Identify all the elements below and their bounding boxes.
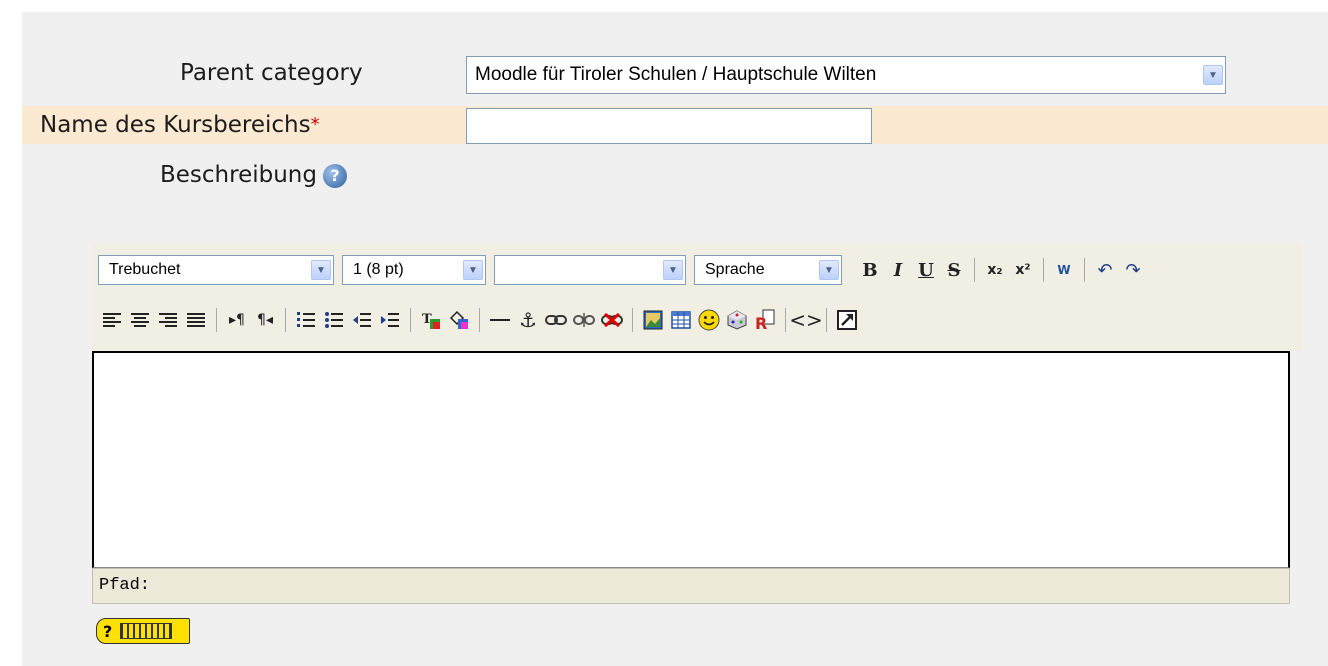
html-source-icon[interactable]: <> <box>789 305 823 335</box>
unlink-icon[interactable] <box>570 305 598 335</box>
keyboard-help-button[interactable]: ? <box>96 618 190 644</box>
required-star-icon: * <box>310 114 320 135</box>
question-mark-icon: ? <box>103 621 113 641</box>
language-select[interactable]: Sprache ▼ <box>694 255 842 285</box>
toolbar-separator <box>974 258 975 282</box>
parent-category-value: Moodle für Tiroler Schulen / Hauptschule… <box>475 64 877 85</box>
toolbar-separator <box>285 308 286 332</box>
text-color-icon[interactable]: T <box>417 305 445 335</box>
toolbar-separator <box>785 308 786 332</box>
keyboard-icon <box>120 623 173 639</box>
align-left-icon[interactable] <box>98 305 126 335</box>
indent-icon[interactable] <box>376 305 404 335</box>
toolbar-separator <box>410 308 411 332</box>
toolbar-separator <box>216 308 217 332</box>
undo-icon[interactable]: ↶ <box>1091 255 1119 285</box>
bold-icon[interactable]: B <box>856 255 884 285</box>
outdent-icon[interactable] <box>348 305 376 335</box>
font-family-value: Trebuchet <box>109 261 181 278</box>
chevron-down-icon[interactable]: ▼ <box>463 260 483 280</box>
fullscreen-icon[interactable] <box>833 305 861 335</box>
insert-table-icon[interactable] <box>667 305 695 335</box>
editor-toolbar: Trebuchet ▼ 1 (8 pt) ▼ ▼ Sprache ▼ B I U… <box>92 243 1302 351</box>
chevron-down-icon[interactable]: ▼ <box>819 260 839 280</box>
chevron-down-icon[interactable]: ▼ <box>311 260 331 280</box>
no-link-icon[interactable] <box>598 305 626 335</box>
html-editor-textarea[interactable] <box>92 351 1290 568</box>
help-icon[interactable]: ? <box>322 163 347 188</box>
toolbar-row-2: ▸¶ ¶◂ T ⚓ R <> <box>98 305 861 335</box>
parent-category-label: Parent category <box>180 60 363 86</box>
course-category-name-input[interactable] <box>466 108 872 144</box>
smiley-icon[interactable] <box>695 305 723 335</box>
font-size-value: 1 (8 pt) <box>353 261 404 278</box>
special-chars-icon[interactable] <box>723 305 751 335</box>
ordered-list-icon[interactable] <box>292 305 320 335</box>
background-color-icon[interactable] <box>445 305 473 335</box>
align-right-icon[interactable] <box>154 305 182 335</box>
anchor-icon[interactable]: ⚓ <box>514 305 542 335</box>
style-select[interactable]: ▼ <box>494 255 686 285</box>
chevron-down-icon[interactable]: ▼ <box>1203 65 1223 85</box>
italic-icon[interactable]: I <box>884 255 912 285</box>
toolbar-row-1: Trebuchet ▼ 1 (8 pt) ▼ ▼ Sprache ▼ B I U… <box>98 255 1147 285</box>
ltr-direction-icon[interactable]: ▸¶ <box>223 305 251 335</box>
toolbar-separator <box>1084 258 1085 282</box>
course-category-name-text: Name des Kursbereichs <box>40 112 311 138</box>
language-value: Sprache <box>705 261 765 278</box>
align-justify-icon[interactable] <box>182 305 210 335</box>
toolbar-separator <box>479 308 480 332</box>
description-text: Beschreibung <box>160 162 317 188</box>
underline-icon[interactable]: U <box>912 255 940 285</box>
description-label: Beschreibung? <box>160 160 347 190</box>
link-icon[interactable] <box>542 305 570 335</box>
path-label: Pfad: <box>99 576 151 595</box>
font-family-select[interactable]: Trebuchet ▼ <box>98 255 334 285</box>
font-size-select[interactable]: 1 (8 pt) ▼ <box>342 255 486 285</box>
toolbar-separator <box>632 308 633 332</box>
editor-status-bar: Pfad: <box>92 568 1290 604</box>
insert-image-icon[interactable] <box>639 305 667 335</box>
rtl-direction-icon[interactable]: ¶◂ <box>251 305 279 335</box>
svg-text:R: R <box>755 314 767 331</box>
search-replace-icon[interactable]: R <box>751 305 779 335</box>
parent-category-select[interactable]: Moodle für Tiroler Schulen / Hauptschule… <box>466 56 1226 94</box>
align-center-icon[interactable] <box>126 305 154 335</box>
chevron-down-icon[interactable]: ▼ <box>663 260 683 280</box>
redo-icon[interactable]: ↷ <box>1119 255 1147 285</box>
superscript-icon[interactable]: x² <box>1009 255 1037 285</box>
course-category-name-label: Name des Kursbereichs* <box>40 110 320 140</box>
strikethrough-icon[interactable]: S <box>940 255 968 285</box>
paste-word-icon[interactable]: W <box>1050 255 1078 285</box>
toolbar-separator <box>1043 258 1044 282</box>
toolbar-separator <box>826 308 827 332</box>
subscript-icon[interactable]: x₂ <box>981 255 1009 285</box>
unordered-list-icon[interactable] <box>320 305 348 335</box>
horizontal-rule-icon[interactable] <box>486 305 514 335</box>
